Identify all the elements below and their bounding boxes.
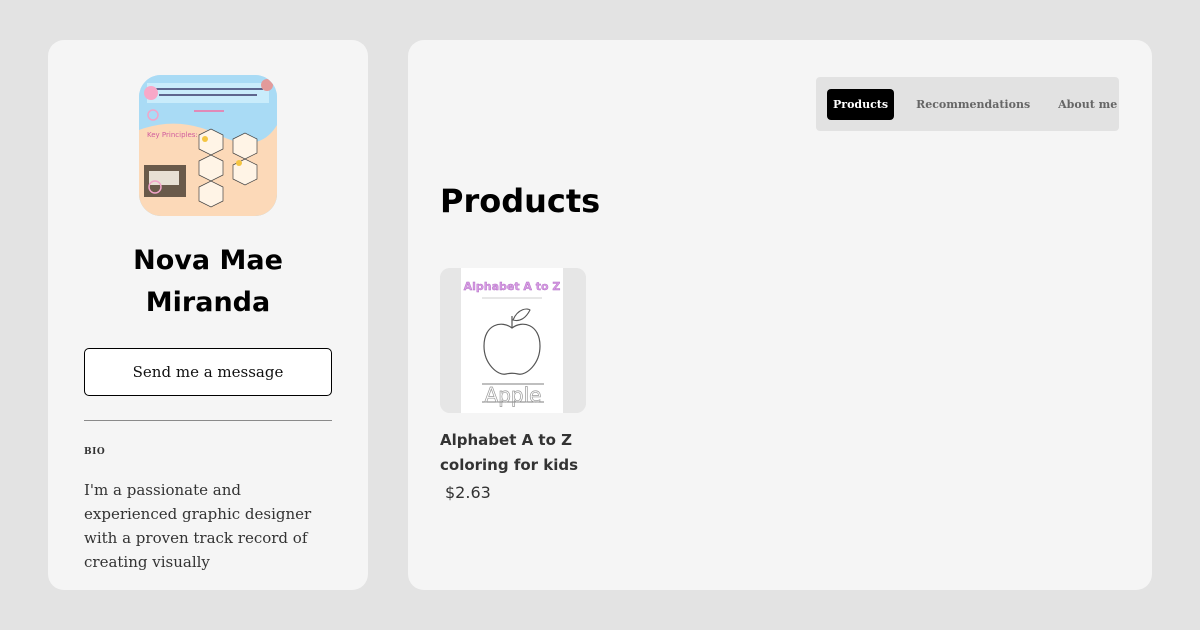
product-price: $2.63 [445, 483, 491, 502]
tab-about-me[interactable]: About me [1052, 89, 1123, 120]
divider [84, 420, 332, 421]
product-title[interactable]: Alphabet A to Z coloring for kids [440, 428, 610, 478]
bio-label: BIO [84, 447, 106, 457]
svg-text:Key Principles:: Key Principles: [147, 131, 198, 139]
bio-text: I'm a passionate and experienced graphic… [84, 481, 312, 571]
thumbnail-heading: Alphabet A to Z [464, 280, 561, 293]
product-image: Alphabet A to Z Apple [440, 268, 586, 413]
tab-products[interactable]: Products [827, 88, 895, 120]
profile-card: Key Principles: Nova Mae Miranda Send me… [48, 40, 368, 590]
main-card: Products Recommendations About me Produc… [408, 40, 1152, 590]
thumbnail-word: Apple [485, 383, 542, 407]
profile-name: Nova Mae Miranda [133, 245, 283, 318]
product-thumbnail[interactable]: Alphabet A to Z Apple [440, 268, 586, 413]
avatar-image: Key Principles: [139, 75, 277, 216]
nav-tabs: Products Recommendations About me [816, 77, 1119, 131]
avatar: Key Principles: [139, 75, 277, 216]
tab-recommendations[interactable]: Recommendations [910, 89, 1036, 120]
page-title: Products [440, 182, 601, 220]
send-message-button[interactable]: Send me a message [84, 348, 332, 396]
